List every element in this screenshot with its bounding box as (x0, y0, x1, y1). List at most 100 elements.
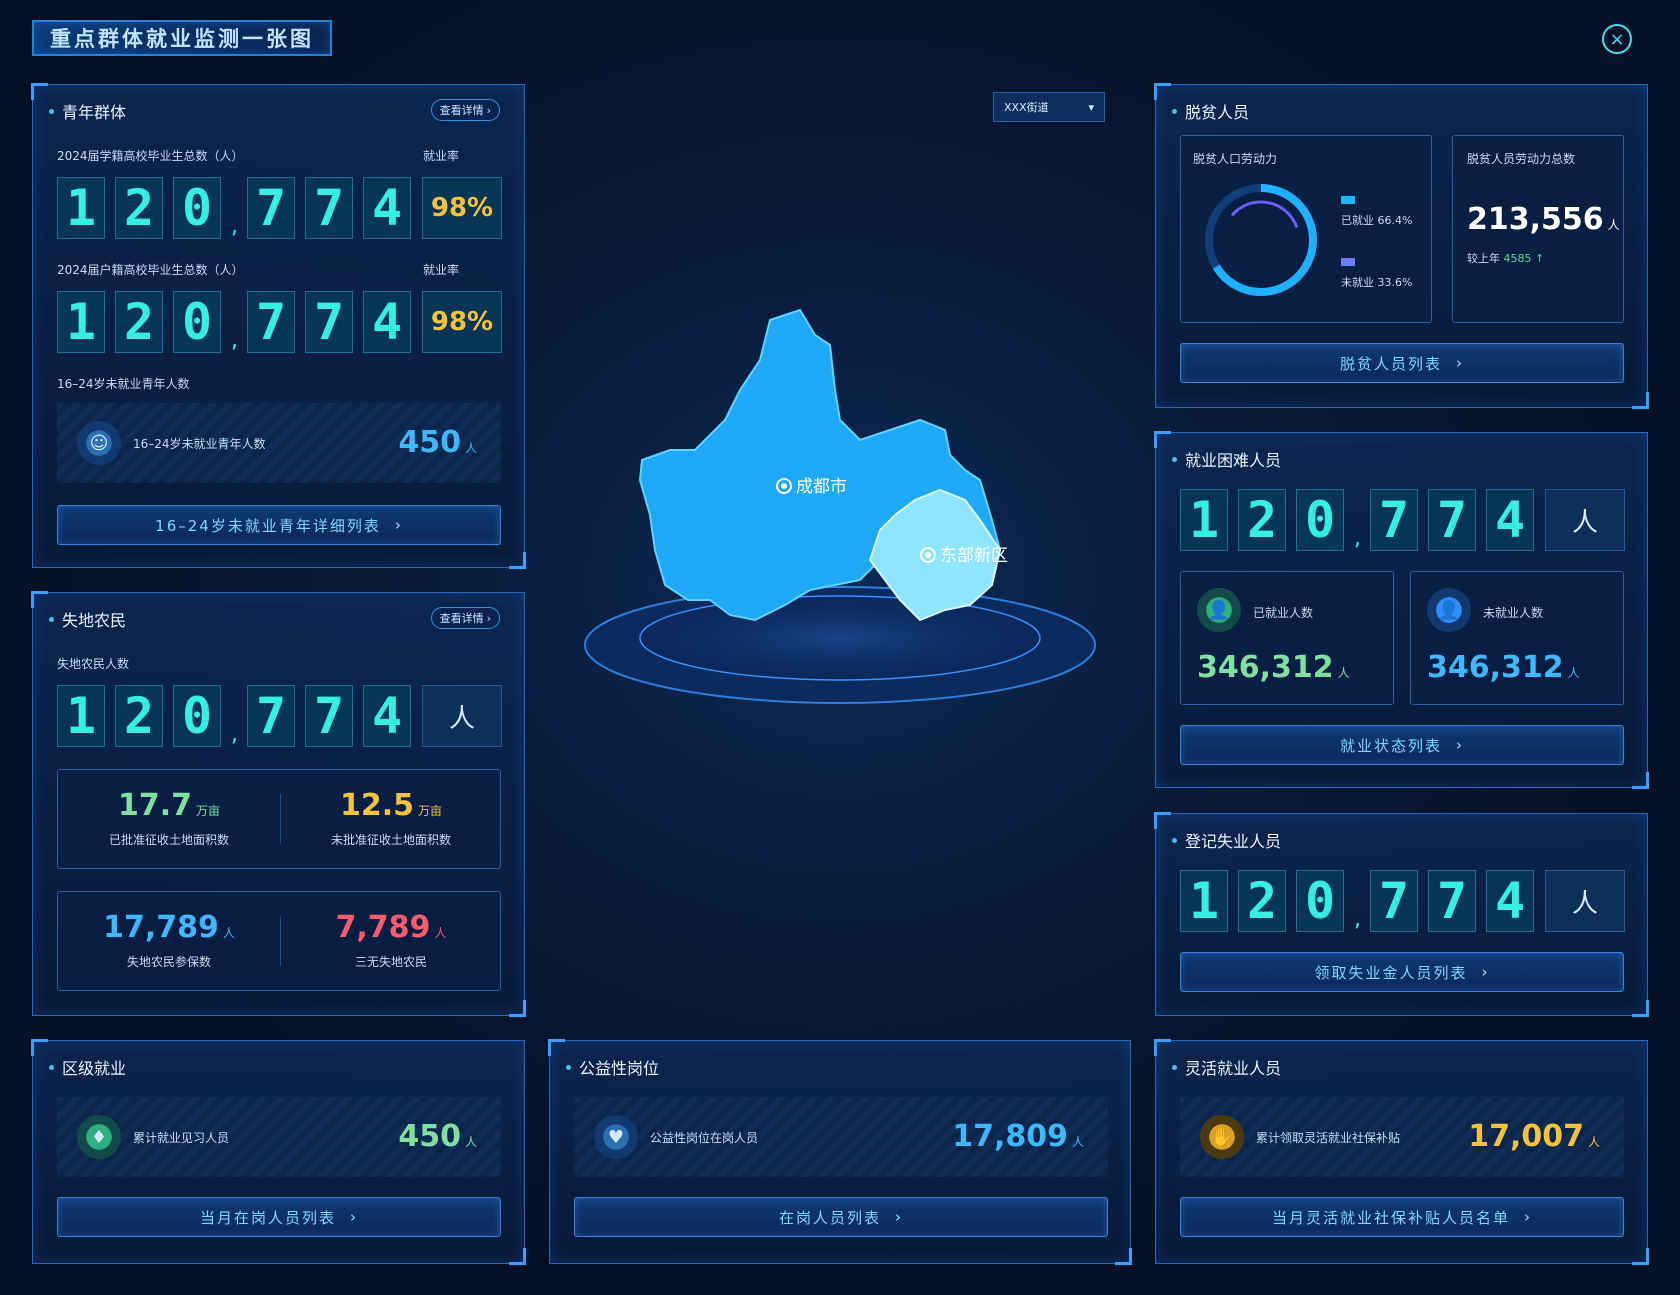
stat-unit: 人 (1567, 666, 1580, 680)
youth-panel: 青年群体 查看详情 › 2024届学籍高校毕业生总数（人） 就业率 120,774… (31, 83, 526, 569)
stat-unit: 人 (1071, 1135, 1084, 1149)
unit-box: 人 (1545, 870, 1625, 932)
button-label: 领取失业金人员列表 (1314, 963, 1468, 982)
labor-total-card: 脱贫人员劳动力总数 213,556 人 较上年 4585 ↑ (1452, 135, 1624, 323)
location-marker-dot (781, 483, 787, 489)
stat-number: 213,556 (1467, 202, 1604, 237)
labor-force-card: 脱贫人口劳动力 已就业 66.4% 未就业 33.6% (1180, 135, 1432, 323)
heart-hand-icon: ♥ (594, 1115, 638, 1159)
employed-card: 👤 已就业人数 346,312 人 (1180, 571, 1394, 705)
chevron-down-icon: ▾ (1088, 100, 1094, 114)
yoy-label: 较上年 (1467, 252, 1500, 265)
stat-number: 450 (398, 1119, 461, 1154)
stat-value: 17,809 人 (952, 1119, 1084, 1154)
digit-cell: 2 (1238, 489, 1286, 551)
view-details-label: 查看详情 (439, 612, 484, 625)
stat-number: 17,789 (103, 910, 219, 945)
digit-separator: , (231, 214, 238, 239)
bullet-icon (1172, 108, 1177, 114)
digit-cell: 1 (57, 177, 105, 239)
insured-stat: 17,789 人 失地农民参保数 (58, 910, 280, 970)
button-label: 当月灵活就业社保补贴人员名单 (1271, 1208, 1510, 1227)
view-details-button[interactable]: 查看详情 › (430, 99, 500, 121)
poverty-list-button[interactable]: 脱贫人员列表 › (1180, 343, 1624, 383)
stat-label: 累计领取灵活就业社保补贴 (1256, 1131, 1401, 1145)
yoy-value: 4585 ↑ (1503, 252, 1545, 265)
employed-value: 346,312 人 (1197, 650, 1350, 685)
approved-stat: 17.7 万亩 已批准征收土地面积数 (58, 788, 280, 848)
subsidy-list-button[interactable]: 当月灵活就业社保补贴人员名单 › (1180, 1197, 1624, 1237)
legend-employed: 已就业 66.4% (1341, 212, 1412, 228)
digit-cell: 2 (115, 291, 163, 353)
yoy-change: 较上年 4585 ↑ (1467, 250, 1544, 266)
close-icon[interactable]: × (1602, 24, 1632, 54)
digit-cell: 7 (1370, 870, 1418, 932)
stat-number: 17.7 (117, 788, 192, 823)
stat-number: 450 (398, 425, 461, 460)
card-title: 脱贫人口劳动力 (1193, 152, 1278, 166)
stat-number: 17,007 (1468, 1119, 1584, 1154)
panel-title: 灵活就业人员 (1185, 1059, 1282, 1078)
stat-number: 346,312 (1197, 650, 1334, 685)
digit-cell: 2 (1238, 870, 1286, 932)
legend-pct: 66.4% (1377, 214, 1413, 227)
on-duty-list-button[interactable]: 当月在岗人员列表 › (57, 1197, 501, 1237)
card-label: 已就业人数 (1253, 606, 1314, 620)
panel-title: 登记失业人员 (1185, 832, 1282, 851)
new-area-label: 东部新区 (940, 546, 1008, 566)
panel-header: 脱贫人员 (1172, 99, 1249, 123)
map-area: 成都市 东部新区 (584, 308, 1096, 704)
district-select-value: XXX街道 (1004, 101, 1049, 114)
unemployment-benefit-list-button[interactable]: 领取失业金人员列表 › (1180, 952, 1624, 992)
youth-list-button[interactable]: 16–24岁未就业青年详细列表 › (57, 505, 501, 545)
flexible-employment-panel: 灵活就业人员 ✋ 累计领取灵活就业社保补贴 17,007 人 当月灵活就业社保补贴… (1154, 1039, 1649, 1265)
stat-number: 12.5 (339, 788, 414, 823)
city-label: 成都市 (796, 477, 847, 497)
panel-header: 登记失业人员 (1172, 828, 1281, 852)
digit-separator: , (231, 328, 238, 353)
trainee-card: ♦ 累计就业见习人员 450 人 (57, 1097, 501, 1177)
digit-cell: 7 (305, 291, 353, 353)
panel-title: 失地农民 (62, 611, 127, 630)
stat-unit: 万亩 (418, 804, 443, 818)
button-label: 脱贫人员列表 (1339, 354, 1442, 373)
employment-status-list-button[interactable]: 就业状态列表 › (1180, 725, 1624, 765)
panel-header: 就业困难人员 (1172, 447, 1281, 471)
button-label: 16–24岁未就业青年详细列表 (155, 516, 381, 535)
card-label: 未就业人数 (1483, 606, 1544, 620)
legend-pct: 33.6% (1377, 276, 1413, 289)
legend-employed-swatch (1341, 196, 1355, 204)
stat-label: 未批准征收土地面积数 (330, 833, 451, 847)
stat-label: 三无失地农民 (354, 955, 427, 969)
digit-cell: 0 (1296, 489, 1344, 551)
district-employment-panel: 区级就业 ♦ 累计就业见习人员 450 人 当月在岗人员列表 › (31, 1039, 526, 1265)
panel-header: 区级就业 (49, 1055, 126, 1079)
bullet-icon (566, 1064, 571, 1070)
stat-value: 450 人 (398, 1119, 477, 1154)
digits-counter: 120,774 (57, 685, 421, 747)
panel-title: 脱贫人员 (1185, 103, 1250, 122)
district-select[interactable]: XXX街道 ▾ (993, 92, 1105, 122)
digit-separator: , (1354, 526, 1361, 551)
map-base-inner (639, 595, 1041, 681)
bullet-icon (1172, 456, 1177, 462)
farmers-count-label: 失地农民人数 (57, 657, 130, 671)
person-icon: 👤 (1197, 588, 1241, 632)
on-duty-staff-list-button[interactable]: 在岗人员列表 › (574, 1197, 1108, 1237)
stat-unit: 万亩 (196, 804, 221, 818)
bullet-icon (49, 616, 54, 622)
digit-cell: 7 (1428, 489, 1476, 551)
stat-label: 累计就业见习人员 (133, 1131, 230, 1145)
button-label: 当月在岗人员列表 (199, 1208, 336, 1227)
digit-cell: 0 (173, 177, 221, 239)
panel-title: 区级就业 (62, 1059, 127, 1078)
stat-value: 17,007 人 (1468, 1119, 1600, 1154)
digit-separator: , (1354, 907, 1361, 932)
bullet-icon (1172, 837, 1177, 843)
view-details-button[interactable]: 查看详情 › (430, 607, 500, 629)
employment-rate: 98% (422, 291, 502, 353)
digit-cell: 4 (1486, 489, 1534, 551)
legend-unemployed: 未就业 33.6% (1341, 274, 1412, 290)
digit-cell: 1 (57, 685, 105, 747)
digit-cell: 1 (1180, 489, 1228, 551)
